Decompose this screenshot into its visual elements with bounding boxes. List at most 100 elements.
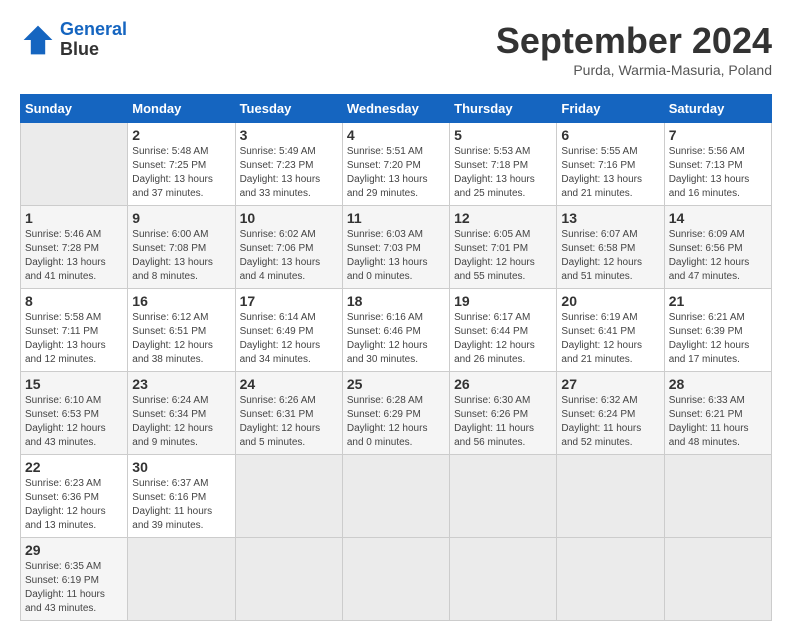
page-header: GeneralBlue September 2024 Purda, Warmia… (20, 20, 772, 78)
calendar-cell (664, 538, 771, 621)
calendar-week-5: 22 Sunrise: 6:23 AM Sunset: 6:36 PM Dayl… (21, 455, 772, 538)
calendar-cell: 9 Sunrise: 6:00 AM Sunset: 7:08 PM Dayli… (128, 206, 235, 289)
calendar-cell: 27 Sunrise: 6:32 AM Sunset: 6:24 PM Dayl… (557, 372, 664, 455)
day-number: 28 (669, 376, 767, 392)
day-info: Sunrise: 5:49 AM Sunset: 7:23 PM Dayligh… (240, 145, 338, 201)
logo: GeneralBlue (20, 20, 127, 60)
logo-icon (20, 22, 56, 58)
calendar-cell: 22 Sunrise: 6:23 AM Sunset: 6:36 PM Dayl… (21, 455, 128, 538)
calendar-cell: 7 Sunrise: 5:56 AM Sunset: 7:13 PM Dayli… (664, 123, 771, 206)
day-info: Sunrise: 6:07 AM Sunset: 6:58 PM Dayligh… (561, 228, 659, 284)
calendar-cell: 23 Sunrise: 6:24 AM Sunset: 6:34 PM Dayl… (128, 372, 235, 455)
day-info: Sunrise: 6:24 AM Sunset: 6:34 PM Dayligh… (132, 394, 230, 450)
day-number: 30 (132, 459, 230, 475)
day-info: Sunrise: 5:53 AM Sunset: 7:18 PM Dayligh… (454, 145, 552, 201)
calendar-cell: 26 Sunrise: 6:30 AM Sunset: 6:26 PM Dayl… (450, 372, 557, 455)
calendar-cell: 13 Sunrise: 6:07 AM Sunset: 6:58 PM Dayl… (557, 206, 664, 289)
calendar-cell (235, 538, 342, 621)
day-number: 6 (561, 127, 659, 143)
calendar-cell (450, 455, 557, 538)
calendar-cell: 8 Sunrise: 5:58 AM Sunset: 7:11 PM Dayli… (21, 289, 128, 372)
calendar-cell: 16 Sunrise: 6:12 AM Sunset: 6:51 PM Dayl… (128, 289, 235, 372)
calendar-cell (664, 455, 771, 538)
day-number: 5 (454, 127, 552, 143)
month-title: September 2024 (496, 20, 772, 62)
day-info: Sunrise: 6:37 AM Sunset: 6:16 PM Dayligh… (132, 477, 230, 533)
day-number: 7 (669, 127, 767, 143)
calendar-cell: 19 Sunrise: 6:17 AM Sunset: 6:44 PM Dayl… (450, 289, 557, 372)
col-tuesday: Tuesday (235, 95, 342, 123)
day-number: 29 (25, 542, 123, 558)
day-info: Sunrise: 6:21 AM Sunset: 6:39 PM Dayligh… (669, 311, 767, 367)
calendar-cell: 15 Sunrise: 6:10 AM Sunset: 6:53 PM Dayl… (21, 372, 128, 455)
day-number: 13 (561, 210, 659, 226)
calendar-week-1: 2 Sunrise: 5:48 AM Sunset: 7:25 PM Dayli… (21, 123, 772, 206)
day-info: Sunrise: 6:30 AM Sunset: 6:26 PM Dayligh… (454, 394, 552, 450)
day-info: Sunrise: 5:58 AM Sunset: 7:11 PM Dayligh… (25, 311, 123, 367)
calendar-cell: 12 Sunrise: 6:05 AM Sunset: 7:01 PM Dayl… (450, 206, 557, 289)
calendar-cell: 18 Sunrise: 6:16 AM Sunset: 6:46 PM Dayl… (342, 289, 449, 372)
calendar-cell: 10 Sunrise: 6:02 AM Sunset: 7:06 PM Dayl… (235, 206, 342, 289)
day-info: Sunrise: 6:19 AM Sunset: 6:41 PM Dayligh… (561, 311, 659, 367)
calendar-cell: 14 Sunrise: 6:09 AM Sunset: 6:56 PM Dayl… (664, 206, 771, 289)
calendar-week-2: 1 Sunrise: 5:46 AM Sunset: 7:28 PM Dayli… (21, 206, 772, 289)
calendar-table: SundayMondayTuesdayWednesdayThursdayFrid… (20, 94, 772, 621)
calendar-cell: 17 Sunrise: 6:14 AM Sunset: 6:49 PM Dayl… (235, 289, 342, 372)
day-number: 16 (132, 293, 230, 309)
day-number: 22 (25, 459, 123, 475)
day-info: Sunrise: 6:26 AM Sunset: 6:31 PM Dayligh… (240, 394, 338, 450)
day-info: Sunrise: 6:03 AM Sunset: 7:03 PM Dayligh… (347, 228, 445, 284)
day-info: Sunrise: 6:09 AM Sunset: 6:56 PM Dayligh… (669, 228, 767, 284)
day-number: 23 (132, 376, 230, 392)
calendar-cell: 24 Sunrise: 6:26 AM Sunset: 6:31 PM Dayl… (235, 372, 342, 455)
calendar-header: SundayMondayTuesdayWednesdayThursdayFrid… (21, 95, 772, 123)
day-info: Sunrise: 6:16 AM Sunset: 6:46 PM Dayligh… (347, 311, 445, 367)
day-info: Sunrise: 6:14 AM Sunset: 6:49 PM Dayligh… (240, 311, 338, 367)
calendar-week-6: 29 Sunrise: 6:35 AM Sunset: 6:19 PM Dayl… (21, 538, 772, 621)
col-wednesday: Wednesday (342, 95, 449, 123)
calendar-cell (21, 123, 128, 206)
day-number: 25 (347, 376, 445, 392)
calendar-cell (557, 455, 664, 538)
day-info: Sunrise: 5:51 AM Sunset: 7:20 PM Dayligh… (347, 145, 445, 201)
calendar-cell: 20 Sunrise: 6:19 AM Sunset: 6:41 PM Dayl… (557, 289, 664, 372)
day-info: Sunrise: 5:56 AM Sunset: 7:13 PM Dayligh… (669, 145, 767, 201)
day-info: Sunrise: 6:33 AM Sunset: 6:21 PM Dayligh… (669, 394, 767, 450)
day-info: Sunrise: 6:00 AM Sunset: 7:08 PM Dayligh… (132, 228, 230, 284)
calendar-cell (557, 538, 664, 621)
col-saturday: Saturday (664, 95, 771, 123)
calendar-cell (128, 538, 235, 621)
day-info: Sunrise: 6:02 AM Sunset: 7:06 PM Dayligh… (240, 228, 338, 284)
day-number: 2 (132, 127, 230, 143)
day-info: Sunrise: 5:46 AM Sunset: 7:28 PM Dayligh… (25, 228, 123, 284)
col-thursday: Thursday (450, 95, 557, 123)
calendar-cell: 29 Sunrise: 6:35 AM Sunset: 6:19 PM Dayl… (21, 538, 128, 621)
calendar-cell (342, 455, 449, 538)
day-info: Sunrise: 6:32 AM Sunset: 6:24 PM Dayligh… (561, 394, 659, 450)
title-block: September 2024 Purda, Warmia-Masuria, Po… (496, 20, 772, 78)
col-sunday: Sunday (21, 95, 128, 123)
day-number: 15 (25, 376, 123, 392)
location-subtitle: Purda, Warmia-Masuria, Poland (496, 62, 772, 78)
calendar-cell: 4 Sunrise: 5:51 AM Sunset: 7:20 PM Dayli… (342, 123, 449, 206)
day-info: Sunrise: 6:28 AM Sunset: 6:29 PM Dayligh… (347, 394, 445, 450)
day-info: Sunrise: 6:23 AM Sunset: 6:36 PM Dayligh… (25, 477, 123, 533)
day-number: 19 (454, 293, 552, 309)
day-info: Sunrise: 6:17 AM Sunset: 6:44 PM Dayligh… (454, 311, 552, 367)
calendar-week-4: 15 Sunrise: 6:10 AM Sunset: 6:53 PM Dayl… (21, 372, 772, 455)
day-number: 3 (240, 127, 338, 143)
day-number: 12 (454, 210, 552, 226)
day-number: 1 (25, 210, 123, 226)
calendar-cell: 3 Sunrise: 5:49 AM Sunset: 7:23 PM Dayli… (235, 123, 342, 206)
col-monday: Monday (128, 95, 235, 123)
day-number: 8 (25, 293, 123, 309)
day-info: Sunrise: 6:12 AM Sunset: 6:51 PM Dayligh… (132, 311, 230, 367)
calendar-cell: 30 Sunrise: 6:37 AM Sunset: 6:16 PM Dayl… (128, 455, 235, 538)
calendar-cell (342, 538, 449, 621)
day-number: 21 (669, 293, 767, 309)
day-number: 14 (669, 210, 767, 226)
day-number: 10 (240, 210, 338, 226)
calendar-cell: 5 Sunrise: 5:53 AM Sunset: 7:18 PM Dayli… (450, 123, 557, 206)
calendar-cell: 11 Sunrise: 6:03 AM Sunset: 7:03 PM Dayl… (342, 206, 449, 289)
day-info: Sunrise: 5:55 AM Sunset: 7:16 PM Dayligh… (561, 145, 659, 201)
